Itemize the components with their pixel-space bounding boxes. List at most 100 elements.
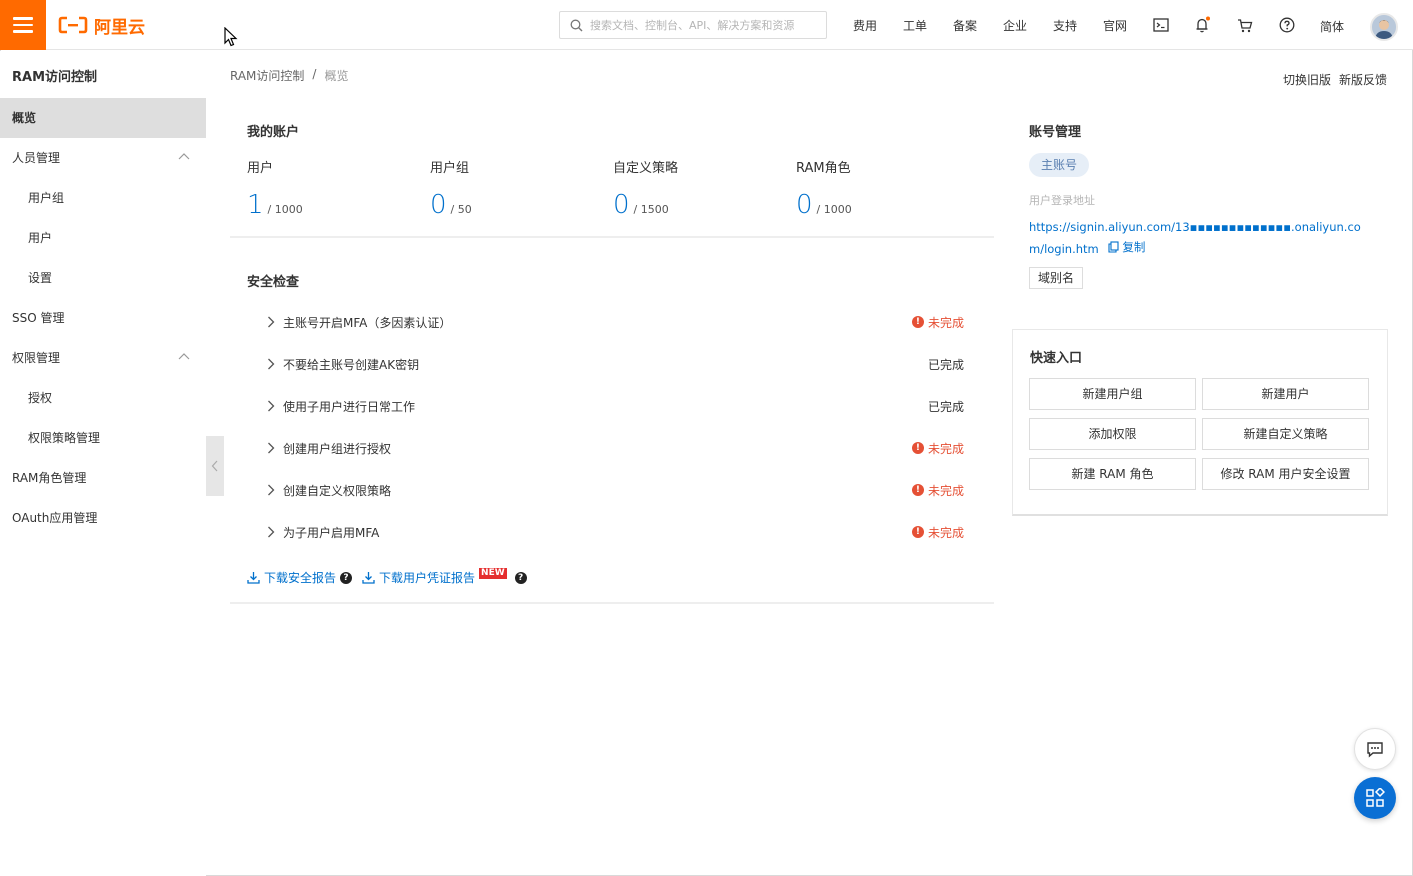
nav-billing[interactable]: 费用 — [840, 17, 890, 34]
error-icon: ! — [911, 484, 924, 496]
terminal-icon[interactable] — [1152, 16, 1170, 34]
download-credential-report-link[interactable]: 下载用户凭证报告 — [362, 569, 475, 586]
error-icon: ! — [911, 526, 924, 538]
sidebar-item-overview[interactable]: 概览 — [0, 98, 206, 138]
chevron-right-icon — [268, 316, 275, 328]
help-icon[interactable] — [1278, 16, 1296, 34]
copy-button[interactable]: 复制 — [1108, 237, 1145, 257]
chevron-up-icon — [178, 353, 190, 360]
top-nav: 费用 工单 备案 企业 支持 官网 — [840, 0, 1140, 50]
status-undone: ! 未完成 — [911, 482, 964, 499]
breadcrumb-separator: / — [312, 67, 317, 81]
sidebar-item-identities[interactable]: 人员管理 — [0, 138, 206, 178]
error-icon: ! — [911, 316, 924, 328]
nav-website[interactable]: 官网 — [1090, 17, 1140, 34]
sidebar-item-grants[interactable]: 授权 — [0, 378, 206, 418]
check-row-use-subusers[interactable]: 使用子用户进行日常工作 已完成 — [264, 396, 964, 416]
create-group-button[interactable]: 新建用户组 — [1029, 378, 1196, 410]
status-undone: ! 未完成 — [911, 440, 964, 457]
top-bar: 阿里云 费用 工单 备案 企业 支持 官网 — [0, 0, 1413, 50]
nav-icp[interactable]: 备案 — [940, 17, 990, 34]
nav-support[interactable]: 支持 — [1040, 17, 1090, 34]
check-row-root-mfa[interactable]: 主账号开启MFA（多因素认证） ! 未完成 — [264, 312, 964, 332]
stat-groups: 用户组 0/ 50 — [430, 161, 472, 220]
account-management-card: 账号管理 主账号 用户登录地址 https://signin.aliyun.co… — [1012, 104, 1388, 294]
chevron-right-icon — [268, 442, 275, 454]
stat-value[interactable]: 0 — [613, 190, 630, 220]
sidebar-item-settings[interactable]: 设置 — [0, 258, 206, 298]
language-switch[interactable]: 简体 — [1320, 18, 1344, 35]
nav-tickets[interactable]: 工单 — [890, 17, 940, 34]
sidebar-item-ram-roles[interactable]: RAM角色管理 — [0, 458, 206, 498]
apps-grid-icon — [1366, 788, 1385, 807]
create-ram-role-button[interactable]: 新建 RAM 角色 — [1029, 458, 1196, 490]
chevron-left-icon — [211, 460, 218, 472]
apps-button[interactable] — [1354, 777, 1396, 819]
domain-alias-button[interactable]: 域别名 — [1029, 267, 1084, 289]
stat-ram-roles: RAM角色 0/ 1000 — [796, 161, 852, 220]
card-title: 安全检查 — [247, 275, 300, 290]
quick-entry-card: 快速入口 新建用户组 新建用户 添加权限 新建自定义策略 新建 RAM 角色 修… — [1012, 329, 1388, 516]
page-actions: 切换旧版 新版反馈 — [1283, 71, 1387, 88]
download-icon — [247, 572, 260, 584]
chat-button[interactable] — [1354, 728, 1396, 770]
breadcrumb: RAM访问控制 / 概览 — [230, 67, 348, 84]
cart-icon[interactable] — [1236, 16, 1254, 34]
breadcrumb-root[interactable]: RAM访问控制 — [230, 67, 304, 84]
new-version-feedback-link[interactable]: 新版反馈 — [1339, 71, 1387, 88]
main-account-tag: 主账号 — [1029, 153, 1090, 177]
sidebar-item-permissions[interactable]: 权限管理 — [0, 338, 206, 378]
error-icon: ! — [911, 442, 924, 454]
sidebar-item-groups[interactable]: 用户组 — [0, 178, 206, 218]
aliyun-logo[interactable]: 阿里云 — [58, 14, 145, 38]
global-search[interactable] — [559, 11, 827, 39]
sidebar-item-policies[interactable]: 权限策略管理 — [0, 418, 206, 458]
status-done: 已完成 — [927, 357, 964, 372]
menu-icon[interactable] — [0, 0, 46, 50]
chevron-right-icon — [268, 526, 275, 538]
check-row-group-authorization[interactable]: 创建用户组进行授权 ! 未完成 — [264, 438, 964, 458]
security-check-card: 安全检查 主账号开启MFA（多因素认证） ! 未完成 不要给主账号创建AK密钥 已… — [230, 254, 994, 604]
help-icon[interactable]: ? — [514, 571, 527, 584]
help-icon[interactable]: ? — [340, 571, 353, 584]
user-avatar[interactable] — [1370, 13, 1398, 41]
check-row-custom-policy[interactable]: 创建自定义权限策略 ! 未完成 — [264, 480, 964, 500]
login-url: https://signin.aliyun.com/13▪▪▪▪▪▪▪▪▪▪▪▪… — [1029, 217, 1374, 259]
chevron-up-icon — [178, 153, 190, 160]
stat-value[interactable]: 0 — [796, 190, 813, 220]
check-row-no-root-ak[interactable]: 不要给主账号创建AK密钥 已完成 — [264, 354, 964, 374]
sidebar: RAM访问控制 概览 人员管理 用户组 用户 设置 SSO 管理 权限管理 授权… — [0, 51, 206, 876]
sidebar-collapse-button[interactable] — [206, 436, 224, 496]
switch-old-version-link[interactable]: 切换旧版 — [1283, 71, 1331, 88]
stat-value[interactable]: 1 — [247, 190, 264, 220]
stat-total: / 1500 — [633, 203, 669, 216]
stat-total: / 1000 — [816, 203, 852, 216]
card-title: 快速入口 — [1030, 351, 1083, 366]
bell-icon[interactable] — [1194, 16, 1212, 34]
login-url-link[interactable]: https://signin.aliyun.com/13▪▪▪▪▪▪▪▪▪▪▪▪… — [1029, 220, 1361, 256]
login-url-label: 用户登录地址 — [1029, 194, 1095, 207]
check-row-subuser-mfa[interactable]: 为子用户启用MFA ! 未完成 — [264, 522, 964, 542]
create-custom-policy-button[interactable]: 新建自定义策略 — [1202, 418, 1369, 450]
stat-custom-policies: 自定义策略 0/ 1500 — [613, 161, 679, 220]
create-user-button[interactable]: 新建用户 — [1202, 378, 1369, 410]
chevron-right-icon — [268, 400, 275, 412]
copy-icon — [1108, 241, 1119, 253]
sidebar-item-sso[interactable]: SSO 管理 — [0, 298, 206, 338]
chevron-right-icon — [268, 484, 275, 496]
sidebar-item-users[interactable]: 用户 — [0, 218, 206, 258]
stat-value[interactable]: 0 — [430, 190, 447, 220]
mouse-cursor-icon — [224, 27, 238, 47]
add-permission-button[interactable]: 添加权限 — [1029, 418, 1196, 450]
status-done: 已完成 — [927, 399, 964, 414]
sidebar-item-oauth-apps[interactable]: OAuth应用管理 — [0, 498, 206, 538]
logo-text: 阿里云 — [94, 17, 145, 38]
modify-ram-security-button[interactable]: 修改 RAM 用户安全设置 — [1202, 458, 1369, 490]
download-security-report-link[interactable]: 下载安全报告 — [247, 569, 336, 586]
nav-enterprise[interactable]: 企业 — [990, 17, 1040, 34]
status-undone: ! 未完成 — [911, 524, 964, 541]
search-input[interactable] — [590, 18, 818, 32]
new-badge: NEW — [479, 568, 507, 579]
my-account-card: 我的账户 用户 1/ 1000 用户组 0/ 50 自定义策略 0/ 1500 … — [230, 104, 994, 238]
breadcrumb-current: 概览 — [324, 69, 349, 83]
